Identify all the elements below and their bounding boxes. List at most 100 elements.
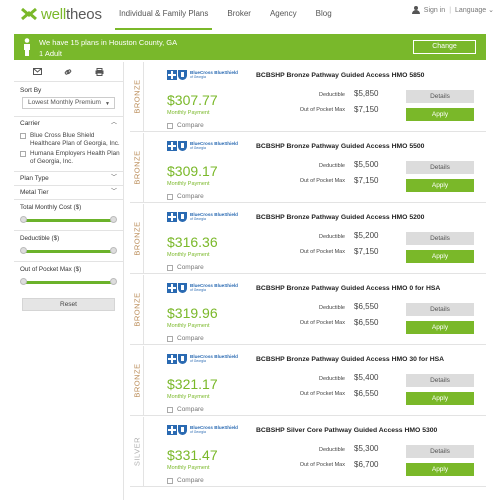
checkbox[interactable]	[20, 151, 26, 157]
deductible-slider[interactable]	[14, 244, 123, 259]
slider-min-handle[interactable]	[20, 216, 27, 223]
metal-tier-label: Metal Tier	[20, 189, 49, 196]
deductible-value: $6,550	[354, 302, 379, 311]
language-dropdown[interactable]: Language ⌄	[455, 6, 494, 14]
plan-name[interactable]: BCBSHP Bronze Pathway Guided Access HMO …	[256, 356, 444, 363]
slider-max-handle[interactable]	[110, 278, 117, 285]
total-cost-label: Total Monthly Cost ($)	[20, 204, 82, 211]
slider-track	[26, 219, 111, 222]
metal-tier-label: BRONZE	[132, 292, 142, 327]
carrier-option-label: Blue Cross Blue Shield Healthcare Plan o…	[30, 132, 120, 147]
slider-min-handle[interactable]	[20, 247, 27, 254]
plan-card: BRONZE BlueCross BlueShield of Georgia B…	[130, 62, 486, 132]
plan-type-section-header[interactable]: Plan Type ﹀	[14, 172, 123, 185]
chevron-up-icon: ︿	[110, 120, 117, 126]
change-button[interactable]: Change	[413, 40, 476, 54]
carrier-section-header[interactable]: Carrier ︿	[14, 117, 123, 130]
chevron-down-icon: ﹀	[110, 175, 117, 181]
blue-shield-icon	[178, 354, 187, 364]
details-button[interactable]: Details	[406, 303, 474, 316]
apply-button[interactable]: Apply	[406, 392, 474, 405]
account-links: Sign in | Language ⌄	[411, 6, 494, 14]
nav-blog[interactable]: Blog	[312, 0, 336, 30]
deductible-value: $5,400	[354, 373, 379, 382]
oop-value: $7,150	[354, 176, 379, 185]
compare-checkbox[interactable]: Compare	[167, 406, 204, 413]
compare-checkbox[interactable]: Compare	[167, 477, 204, 484]
checkbox[interactable]	[167, 122, 173, 129]
oop-label: Out of Pocket Max ($)	[20, 266, 82, 273]
household-text: 1 Adult	[39, 49, 62, 58]
apply-button[interactable]: Apply	[406, 108, 474, 121]
reset-button[interactable]: Reset	[22, 298, 115, 311]
deductible-label: Deductible	[319, 447, 345, 453]
sign-in-link[interactable]: Sign in	[424, 7, 445, 14]
plan-name[interactable]: BCBSHP Silver Core Pathway Guided Access…	[256, 427, 437, 434]
deductible-label: Deductible	[319, 92, 345, 98]
monthly-price: $319.96	[167, 305, 218, 321]
apply-button[interactable]: Apply	[406, 463, 474, 476]
logo-line2: of Georgia	[190, 359, 206, 363]
checkbox[interactable]	[167, 477, 173, 484]
plan-name[interactable]: BCBSHP Bronze Pathway Guided Access HMO …	[256, 143, 424, 150]
checkbox[interactable]	[167, 406, 173, 413]
details-button[interactable]: Details	[406, 161, 474, 174]
compare-label: Compare	[177, 193, 204, 200]
carrier-option-humana[interactable]: Humana Employers Health Plan of Georgia,…	[14, 150, 123, 166]
apply-button[interactable]: Apply	[406, 321, 474, 334]
details-button[interactable]: Details	[406, 90, 474, 103]
compare-checkbox[interactable]: Compare	[167, 122, 204, 129]
plan-count-text: We have 15 plans in Houston County, GA	[39, 38, 178, 47]
oop-slider[interactable]	[14, 275, 123, 290]
details-button[interactable]: Details	[406, 445, 474, 458]
metal-tier-section-header[interactable]: Metal Tier ﹀	[14, 186, 123, 199]
divider	[14, 199, 123, 200]
link-icon[interactable]	[64, 68, 72, 76]
nav-broker[interactable]: Broker	[223, 0, 255, 30]
plan-name[interactable]: BCBSHP Bronze Pathway Guided Access HMO …	[256, 214, 424, 221]
compare-checkbox[interactable]: Compare	[167, 335, 204, 342]
caret-down-icon: ▼	[105, 101, 110, 107]
total-cost-slider[interactable]	[14, 213, 123, 228]
details-button[interactable]: Details	[406, 232, 474, 245]
oop-value: $6,550	[354, 389, 379, 398]
blue-cross-icon	[167, 354, 177, 364]
top-header: welltheos Individual & Family Plans Brok…	[0, 0, 500, 30]
email-icon[interactable]	[33, 68, 43, 75]
plan-card: BRONZE BlueCross BlueShield of Georgia B…	[130, 275, 486, 345]
blue-shield-icon	[178, 212, 187, 222]
divider: |	[449, 6, 452, 14]
compare-checkbox[interactable]: Compare	[167, 264, 204, 271]
deductible-label: Deductible	[319, 163, 345, 169]
nav-agency[interactable]: Agency	[266, 0, 301, 30]
slider-max-handle[interactable]	[110, 216, 117, 223]
monthly-price: $307.77	[167, 92, 218, 108]
sort-select[interactable]: Lowest Monthly Premium ▼	[22, 97, 115, 109]
slider-min-handle[interactable]	[20, 278, 27, 285]
person-icon	[22, 38, 32, 57]
compare-checkbox[interactable]: Compare	[167, 193, 204, 200]
checkbox[interactable]	[167, 335, 173, 342]
checkbox[interactable]	[167, 264, 173, 271]
apply-button[interactable]: Apply	[406, 179, 474, 192]
print-icon[interactable]	[95, 67, 104, 76]
slider-max-handle[interactable]	[110, 247, 117, 254]
details-button[interactable]: Details	[406, 374, 474, 387]
plan-name[interactable]: BCBSHP Bronze Pathway Guided Access HMO …	[256, 72, 424, 79]
nav-individual-family-plans[interactable]: Individual & Family Plans	[115, 0, 213, 30]
plan-name[interactable]: BCBSHP Bronze Pathway Guided Access HMO …	[256, 285, 440, 292]
checkbox[interactable]	[167, 193, 173, 200]
chevron-down-icon: ﹀	[110, 189, 117, 195]
metal-tier-label: BRONZE	[132, 79, 142, 114]
plan-card: BRONZE BlueCross BlueShield of Georgia B…	[130, 346, 486, 416]
carrier-option-bcbs[interactable]: Blue Cross Blue Shield Healthcare Plan o…	[14, 132, 123, 148]
checkbox[interactable]	[20, 133, 26, 139]
plan-card: BRONZE BlueCross BlueShield of Georgia B…	[130, 133, 486, 203]
monthly-price: $316.36	[167, 234, 218, 250]
sort-value: Lowest Monthly Premium	[28, 99, 101, 106]
apply-button[interactable]: Apply	[406, 250, 474, 263]
monthly-payment-label: Monthly Payment	[167, 394, 210, 400]
blue-shield-icon	[178, 141, 187, 151]
compare-label: Compare	[177, 335, 204, 342]
welltheos-logo[interactable]: welltheos	[20, 5, 102, 23]
